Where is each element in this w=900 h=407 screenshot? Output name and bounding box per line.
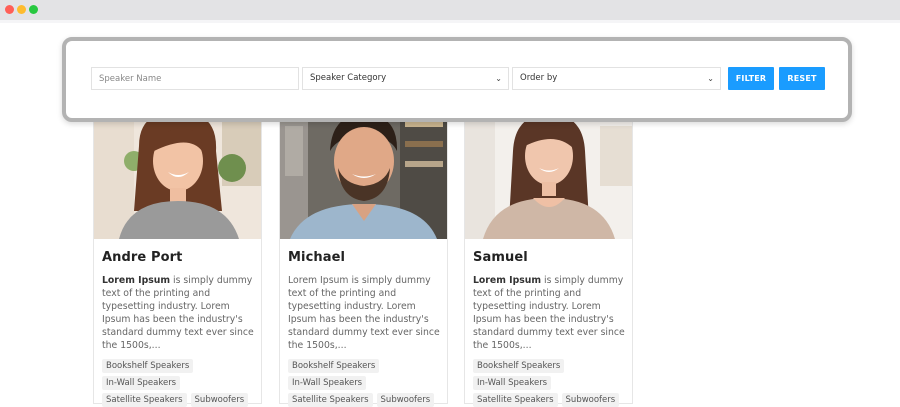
description-bold: Lorem Ipsum [102, 275, 171, 286]
description-bold: Lorem Ipsum [473, 275, 542, 286]
tag-subwoofers[interactable]: Subwoofers [376, 393, 435, 407]
description-text: is simply dummy text of the printing and… [102, 275, 254, 351]
tag-satellite-speakers[interactable]: Satellite Speakers [288, 393, 373, 407]
filter-panel: Speaker Category ⌄ Order by ⌄ FILTER RES… [62, 37, 852, 122]
description-text: is simply dummy text of the printing and… [473, 275, 625, 351]
tag-in-wall-speakers[interactable]: In-Wall Speakers [473, 376, 552, 390]
speaker-tags: Bookshelf Speakers In-Wall Speakers Sate… [288, 359, 441, 407]
speaker-category-select[interactable]: Speaker Category ⌄ [302, 67, 509, 90]
speaker-tags: Bookshelf Speakers In-Wall Speakers Sate… [102, 359, 255, 407]
speaker-name-input[interactable] [99, 68, 298, 89]
browser-titlebar [0, 0, 900, 20]
description-text: Lorem Ipsum is simply dummy text of the … [288, 275, 440, 351]
chevron-down-icon: ⌄ [495, 74, 502, 83]
tag-bookshelf-speakers[interactable]: Bookshelf Speakers [473, 359, 565, 373]
order-by-select[interactable]: Order by ⌄ [512, 67, 721, 90]
window-minimize-icon[interactable] [17, 5, 26, 14]
tag-subwoofers[interactable]: Subwoofers [561, 393, 620, 407]
speaker-photo [465, 106, 632, 239]
chevron-down-icon: ⌄ [707, 74, 714, 83]
tag-satellite-speakers[interactable]: Satellite Speakers [102, 393, 187, 407]
speaker-card[interactable]: Andre Port Lorem Ipsum is simply dummy t… [93, 105, 262, 407]
speaker-description: Lorem Ipsum is simply dummy text of the … [102, 274, 255, 352]
order-by-value: Order by [520, 73, 558, 83]
tag-bookshelf-speakers[interactable]: Bookshelf Speakers [288, 359, 380, 373]
tag-bookshelf-speakers[interactable]: Bookshelf Speakers [102, 359, 194, 373]
speaker-name[interactable]: Michael [288, 250, 441, 265]
tag-subwoofers[interactable]: Subwoofers [190, 393, 249, 407]
speaker-description: Lorem Ipsum is simply dummy text of the … [288, 274, 441, 352]
speaker-card[interactable]: Michael Lorem Ipsum is simply dummy text… [279, 105, 448, 407]
speaker-card[interactable]: Samuel Lorem Ipsum is simply dummy text … [464, 105, 633, 407]
speaker-photo [94, 106, 261, 239]
filter-bar: Speaker Category ⌄ Order by ⌄ FILTER RES… [91, 67, 831, 91]
window-maximize-icon[interactable] [29, 5, 38, 14]
speaker-photo [280, 106, 447, 239]
speaker-card-grid: Andre Port Lorem Ipsum is simply dummy t… [93, 105, 638, 407]
speaker-name[interactable]: Samuel [473, 250, 626, 265]
reset-button[interactable]: RESET [779, 67, 825, 90]
speaker-name-field[interactable] [91, 67, 299, 90]
tag-satellite-speakers[interactable]: Satellite Speakers [473, 393, 558, 407]
browser-toolbar-strip [0, 20, 900, 23]
speaker-category-value: Speaker Category [310, 73, 387, 83]
tag-in-wall-speakers[interactable]: In-Wall Speakers [288, 376, 367, 390]
speaker-name[interactable]: Andre Port [102, 250, 255, 265]
speaker-description: Lorem Ipsum is simply dummy text of the … [473, 274, 626, 352]
speaker-tags: Bookshelf Speakers In-Wall Speakers Sate… [473, 359, 626, 407]
filter-button[interactable]: FILTER [728, 67, 774, 90]
tag-in-wall-speakers[interactable]: In-Wall Speakers [102, 376, 181, 390]
window-close-icon[interactable] [5, 5, 14, 14]
